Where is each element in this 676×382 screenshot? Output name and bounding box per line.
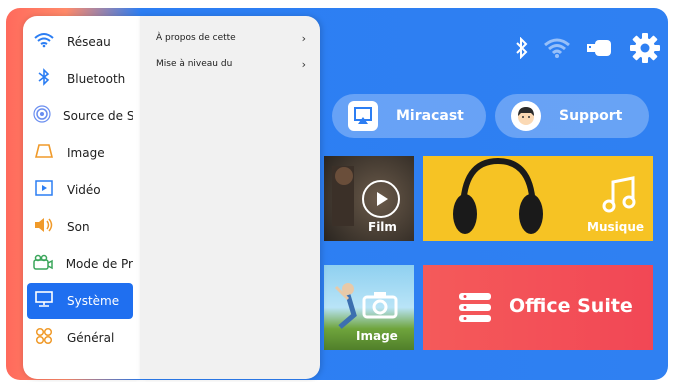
general-settings-icon — [33, 327, 55, 349]
sidebar-item-source[interactable]: Source de S — [27, 98, 133, 134]
sidebar-item-label: Système — [67, 294, 120, 308]
settings-sidebar: Réseau Bluetooth Source de S Image Vidéo… — [23, 16, 140, 379]
sidebar-item-label: Général — [67, 331, 115, 345]
office-suite-label: Office Suite — [509, 295, 633, 317]
video-play-icon — [33, 180, 55, 200]
camera-icon — [362, 291, 398, 323]
sidebar-item-label: Mode de Pr — [65, 257, 133, 271]
submenu-item-upgrade[interactable]: Mise à niveau du › — [156, 52, 306, 76]
bluetooth-icon — [33, 68, 55, 90]
system-submenu: À propos de cette › Mise à niveau du › — [140, 16, 320, 379]
office-list-icon — [457, 291, 493, 329]
film-tile[interactable]: Film — [324, 156, 414, 241]
bluetooth-icon[interactable] — [515, 36, 529, 63]
wifi-icon[interactable] — [543, 37, 571, 63]
sidebar-item-label: Source de S — [63, 109, 133, 123]
status-bar — [501, 32, 661, 68]
projector-icon — [33, 254, 54, 274]
speaker-icon — [33, 217, 55, 237]
cast-icon — [348, 101, 378, 131]
film-label: Film — [368, 220, 397, 234]
signal-source-icon — [33, 105, 51, 127]
chevron-right-icon: › — [301, 31, 306, 45]
sidebar-item-general[interactable]: Général — [27, 320, 133, 356]
sidebar-item-label: Vidéo — [67, 183, 101, 197]
sidebar-item-label: Réseau — [67, 35, 111, 49]
music-tile[interactable]: Musique — [423, 156, 653, 241]
sidebar-item-video[interactable]: Vidéo — [27, 172, 133, 208]
wifi-icon — [33, 32, 55, 52]
sidebar-item-bluetooth[interactable]: Bluetooth — [27, 61, 133, 97]
image-tile[interactable]: Image — [324, 265, 414, 350]
sidebar-item-reseau[interactable]: Réseau — [27, 24, 133, 60]
sidebar-item-label: Image — [67, 146, 105, 160]
sidebar-item-label: Son — [67, 220, 90, 234]
sidebar-item-systeme[interactable]: Système — [27, 283, 133, 319]
monitor-icon — [33, 291, 55, 311]
sidebar-item-mode[interactable]: Mode de Pr — [27, 246, 133, 282]
headphones-icon — [453, 157, 543, 234]
play-icon — [362, 180, 400, 218]
music-label: Musique — [587, 220, 645, 234]
usb-drive-icon[interactable] — [585, 37, 615, 63]
support-face-icon — [511, 101, 541, 131]
office-suite-tile[interactable]: Office Suite — [423, 265, 653, 350]
submenu-item-label: À propos de cette — [156, 33, 236, 43]
miracast-button[interactable]: Miracast — [332, 94, 486, 138]
sidebar-item-image[interactable]: Image — [27, 135, 133, 171]
miracast-label: Miracast — [396, 108, 464, 124]
sidebar-item-label: Bluetooth — [67, 72, 126, 86]
support-button[interactable]: Support — [495, 94, 649, 138]
chevron-right-icon: › — [301, 57, 306, 71]
submenu-item-label: Mise à niveau du — [156, 59, 233, 69]
gear-icon[interactable] — [629, 32, 661, 68]
image-label: Image — [356, 329, 398, 343]
submenu-item-about[interactable]: À propos de cette › — [156, 26, 306, 50]
music-note-icon — [601, 176, 637, 218]
support-label: Support — [559, 108, 623, 124]
trapezoid-icon — [33, 143, 55, 163]
sidebar-item-son[interactable]: Son — [27, 209, 133, 245]
